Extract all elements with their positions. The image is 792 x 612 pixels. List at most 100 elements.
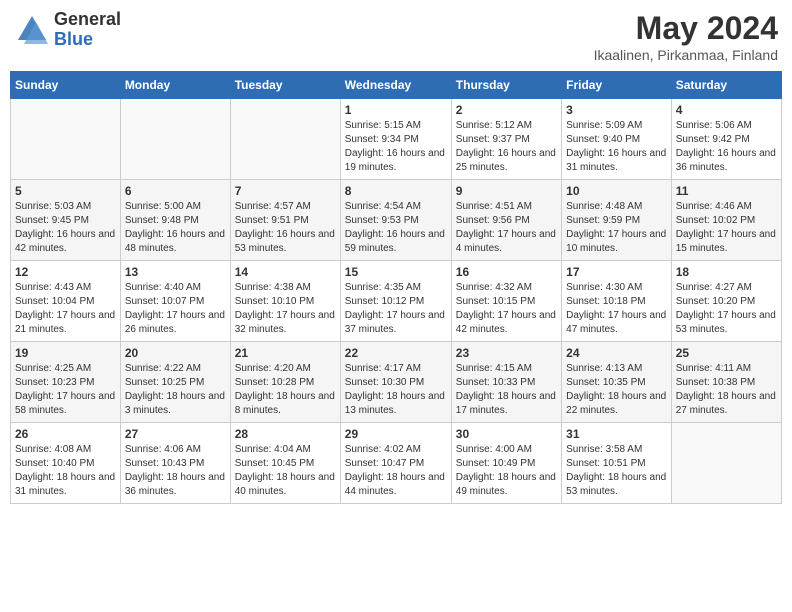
day-number: 18 bbox=[676, 265, 777, 279]
day-cell bbox=[120, 99, 230, 180]
day-info: Sunrise: 4:43 AM Sunset: 10:04 PM Daylig… bbox=[15, 281, 116, 337]
day-number: 27 bbox=[125, 427, 226, 441]
day-number: 4 bbox=[676, 103, 777, 117]
day-info: Sunrise: 4:15 AM Sunset: 10:33 PM Daylig… bbox=[456, 362, 557, 418]
day-cell: 17 Sunrise: 4:30 AM Sunset: 10:18 PM Dayl… bbox=[562, 261, 672, 342]
day-cell: 1Sunrise: 5:15 AM Sunset: 9:34 PM Daylig… bbox=[340, 99, 451, 180]
logo-blue-text: Blue bbox=[54, 30, 121, 50]
day-info: Sunrise: 4:38 AM Sunset: 10:10 PM Daylig… bbox=[235, 281, 336, 337]
day-info: Sunrise: 5:15 AM Sunset: 9:34 PM Dayligh… bbox=[345, 119, 447, 175]
day-cell: 20Sunrise: 4:22 AM Sunset: 10:25 PM Dayl… bbox=[120, 342, 230, 423]
day-number: 30 bbox=[456, 427, 557, 441]
day-cell: 5 Sunrise: 5:03 AM Sunset: 9:45 PM Daylig… bbox=[11, 180, 121, 261]
day-number: 16 bbox=[456, 265, 557, 279]
day-cell: 29 Sunrise: 4:02 AM Sunset: 10:47 PM Dayl… bbox=[340, 423, 451, 504]
day-info: Sunrise: 5:00 AM Sunset: 9:48 PM Dayligh… bbox=[125, 200, 226, 256]
day-number: 17 bbox=[566, 265, 667, 279]
location-subtitle: Ikaalinen, Pirkanmaa, Finland bbox=[594, 47, 778, 63]
day-info: Sunrise: 4:48 AM Sunset: 9:59 PM Dayligh… bbox=[566, 200, 667, 256]
day-number: 29 bbox=[345, 427, 447, 441]
day-number: 12 bbox=[15, 265, 116, 279]
header-cell-saturday: Saturday bbox=[671, 72, 781, 99]
day-cell: 9 Sunrise: 4:51 AM Sunset: 9:56 PM Daylig… bbox=[451, 180, 561, 261]
day-info: Sunrise: 4:06 AM Sunset: 10:43 PM Daylig… bbox=[125, 443, 226, 499]
day-number: 13 bbox=[125, 265, 226, 279]
day-info: Sunrise: 4:30 AM Sunset: 10:18 PM Daylig… bbox=[566, 281, 667, 337]
week-row-2: 5 Sunrise: 5:03 AM Sunset: 9:45 PM Daylig… bbox=[11, 180, 782, 261]
day-cell: 13Sunrise: 4:40 AM Sunset: 10:07 PM Dayl… bbox=[120, 261, 230, 342]
header-cell-thursday: Thursday bbox=[451, 72, 561, 99]
day-info: Sunrise: 4:11 AM Sunset: 10:38 PM Daylig… bbox=[676, 362, 777, 418]
day-number: 9 bbox=[456, 184, 557, 198]
day-info: Sunrise: 4:00 AM Sunset: 10:49 PM Daylig… bbox=[456, 443, 557, 499]
day-info: Sunrise: 4:13 AM Sunset: 10:35 PM Daylig… bbox=[566, 362, 667, 418]
logo-icon bbox=[14, 12, 50, 48]
day-info: Sunrise: 5:06 AM Sunset: 9:42 PM Dayligh… bbox=[676, 119, 777, 175]
day-number: 26 bbox=[15, 427, 116, 441]
day-info: Sunrise: 4:04 AM Sunset: 10:45 PM Daylig… bbox=[235, 443, 336, 499]
day-number: 14 bbox=[235, 265, 336, 279]
day-number: 19 bbox=[15, 346, 116, 360]
header-cell-tuesday: Tuesday bbox=[230, 72, 340, 99]
calendar-body: 1Sunrise: 5:15 AM Sunset: 9:34 PM Daylig… bbox=[11, 99, 782, 504]
day-cell bbox=[230, 99, 340, 180]
day-cell: 19 Sunrise: 4:25 AM Sunset: 10:23 PM Dayl… bbox=[11, 342, 121, 423]
day-cell bbox=[671, 423, 781, 504]
day-cell: 14 Sunrise: 4:38 AM Sunset: 10:10 PM Dayl… bbox=[230, 261, 340, 342]
day-info: Sunrise: 4:25 AM Sunset: 10:23 PM Daylig… bbox=[15, 362, 116, 418]
day-info: Sunrise: 5:03 AM Sunset: 9:45 PM Dayligh… bbox=[15, 200, 116, 256]
week-row-4: 19 Sunrise: 4:25 AM Sunset: 10:23 PM Dayl… bbox=[11, 342, 782, 423]
day-number: 11 bbox=[676, 184, 777, 198]
day-info: Sunrise: 4:20 AM Sunset: 10:28 PM Daylig… bbox=[235, 362, 336, 418]
day-number: 15 bbox=[345, 265, 447, 279]
day-cell: 24 Sunrise: 4:13 AM Sunset: 10:35 PM Dayl… bbox=[562, 342, 672, 423]
day-number: 10 bbox=[566, 184, 667, 198]
logo-text: General Blue bbox=[54, 10, 121, 50]
day-info: Sunrise: 4:51 AM Sunset: 9:56 PM Dayligh… bbox=[456, 200, 557, 256]
day-cell: 26Sunrise: 4:08 AM Sunset: 10:40 PM Dayl… bbox=[11, 423, 121, 504]
day-cell: 22Sunrise: 4:17 AM Sunset: 10:30 PM Dayl… bbox=[340, 342, 451, 423]
day-cell: 27 Sunrise: 4:06 AM Sunset: 10:43 PM Dayl… bbox=[120, 423, 230, 504]
header-cell-wednesday: Wednesday bbox=[340, 72, 451, 99]
week-row-5: 26Sunrise: 4:08 AM Sunset: 10:40 PM Dayl… bbox=[11, 423, 782, 504]
month-year-title: May 2024 bbox=[594, 10, 778, 47]
day-number: 22 bbox=[345, 346, 447, 360]
day-cell: 12 Sunrise: 4:43 AM Sunset: 10:04 PM Dayl… bbox=[11, 261, 121, 342]
day-number: 5 bbox=[15, 184, 116, 198]
day-number: 2 bbox=[456, 103, 557, 117]
day-cell: 8 Sunrise: 4:54 AM Sunset: 9:53 PM Daylig… bbox=[340, 180, 451, 261]
header-cell-friday: Friday bbox=[562, 72, 672, 99]
header-cell-sunday: Sunday bbox=[11, 72, 121, 99]
day-number: 24 bbox=[566, 346, 667, 360]
title-section: May 2024 Ikaalinen, Pirkanmaa, Finland bbox=[594, 10, 778, 63]
day-info: Sunrise: 4:54 AM Sunset: 9:53 PM Dayligh… bbox=[345, 200, 447, 256]
logo: General Blue bbox=[14, 10, 121, 50]
logo-general-text: General bbox=[54, 10, 121, 30]
day-info: Sunrise: 4:22 AM Sunset: 10:25 PM Daylig… bbox=[125, 362, 226, 418]
day-info: Sunrise: 4:32 AM Sunset: 10:15 PM Daylig… bbox=[456, 281, 557, 337]
day-number: 23 bbox=[456, 346, 557, 360]
day-info: Sunrise: 4:46 AM Sunset: 10:02 PM Daylig… bbox=[676, 200, 777, 256]
day-info: Sunrise: 3:58 AM Sunset: 10:51 PM Daylig… bbox=[566, 443, 667, 499]
day-cell: 21 Sunrise: 4:20 AM Sunset: 10:28 PM Dayl… bbox=[230, 342, 340, 423]
day-number: 3 bbox=[566, 103, 667, 117]
day-number: 21 bbox=[235, 346, 336, 360]
header-cell-monday: Monday bbox=[120, 72, 230, 99]
day-info: Sunrise: 4:02 AM Sunset: 10:47 PM Daylig… bbox=[345, 443, 447, 499]
header-row: SundayMondayTuesdayWednesdayThursdayFrid… bbox=[11, 72, 782, 99]
day-info: Sunrise: 4:35 AM Sunset: 10:12 PM Daylig… bbox=[345, 281, 447, 337]
day-cell: 16 Sunrise: 4:32 AM Sunset: 10:15 PM Dayl… bbox=[451, 261, 561, 342]
day-info: Sunrise: 5:12 AM Sunset: 9:37 PM Dayligh… bbox=[456, 119, 557, 175]
day-number: 31 bbox=[566, 427, 667, 441]
day-cell: 6 Sunrise: 5:00 AM Sunset: 9:48 PM Daylig… bbox=[120, 180, 230, 261]
calendar-header: SundayMondayTuesdayWednesdayThursdayFrid… bbox=[11, 72, 782, 99]
day-number: 25 bbox=[676, 346, 777, 360]
day-number: 8 bbox=[345, 184, 447, 198]
day-cell: 10 Sunrise: 4:48 AM Sunset: 9:59 PM Dayli… bbox=[562, 180, 672, 261]
day-number: 6 bbox=[125, 184, 226, 198]
day-info: Sunrise: 5:09 AM Sunset: 9:40 PM Dayligh… bbox=[566, 119, 667, 175]
day-info: Sunrise: 4:57 AM Sunset: 9:51 PM Dayligh… bbox=[235, 200, 336, 256]
day-cell: 31 Sunrise: 3:58 AM Sunset: 10:51 PM Dayl… bbox=[562, 423, 672, 504]
day-cell bbox=[11, 99, 121, 180]
day-number: 7 bbox=[235, 184, 336, 198]
